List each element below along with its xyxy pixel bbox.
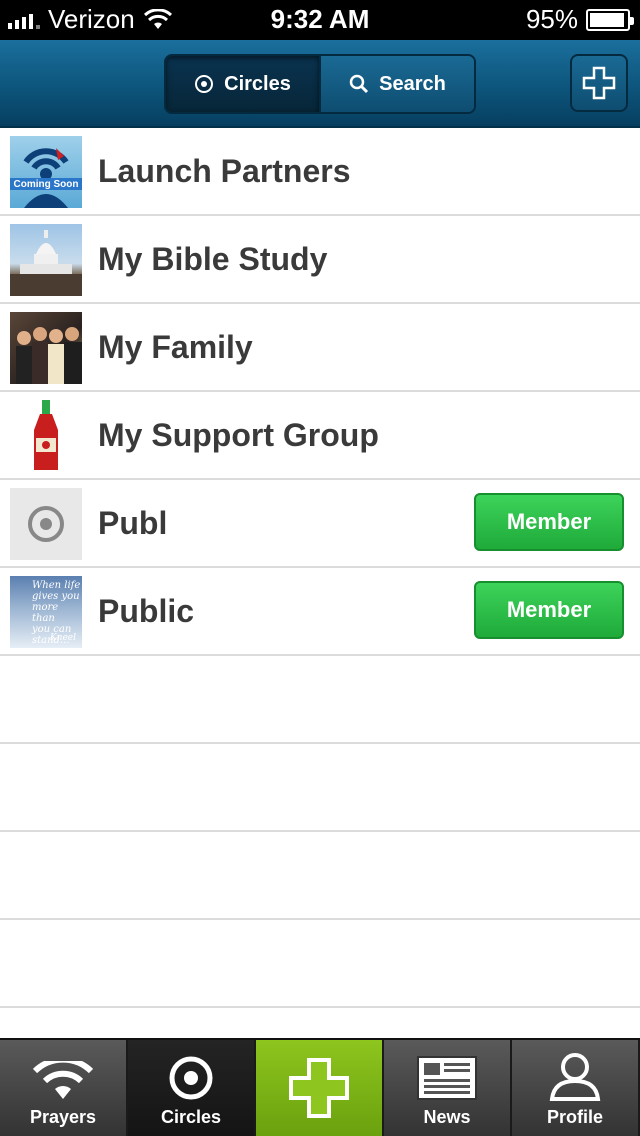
quote-line: Kneel [49, 633, 76, 643]
tab-circles[interactable]: Circles [128, 1040, 256, 1136]
tab-label: Profile [546, 1107, 603, 1127]
circle-name: Launch Partners [98, 153, 351, 189]
battery-icon [586, 8, 634, 31]
person-icon [549, 1053, 601, 1101]
wifi-signal-icon [32, 1061, 94, 1099]
list-item[interactable]: My Bible Study [0, 216, 640, 304]
circle-name: My Support Group [98, 417, 379, 453]
circle-name: Publ [98, 505, 168, 541]
list-item[interactable]: Coming Soon Launch Partners [0, 128, 640, 216]
plus-icon [582, 66, 616, 100]
tab-label: News [423, 1107, 471, 1127]
status-right: 95% [525, 4, 634, 35]
circles-list: Coming Soon Launch Partners My Bible Stu… [0, 128, 640, 1008]
family-photo [16, 327, 82, 384]
plus-icon [289, 1058, 349, 1118]
target-icon [169, 1056, 213, 1100]
status-bar: Verizon 9:32 AM 95% [0, 0, 640, 40]
launch-partners-thumbnail: Coming Soon [10, 136, 82, 208]
tab-prayers[interactable]: Prayers [0, 1040, 128, 1136]
quote-line: more than [32, 602, 59, 624]
segment-circles[interactable]: Circles [166, 56, 319, 112]
circle-name: Public [98, 593, 195, 629]
quote-line: gives you [32, 591, 80, 602]
battery-percent: 95% [525, 4, 578, 34]
quote-line: When life [32, 580, 81, 591]
target-icon [195, 75, 214, 93]
segment-circles-label: Circles [224, 72, 291, 95]
newspaper-icon [417, 1056, 477, 1100]
member-button[interactable]: Member [474, 581, 624, 639]
support-group-thumbnail [10, 400, 82, 472]
hot-sauce-bottle-photo [34, 400, 58, 470]
member-button[interactable]: Member [474, 493, 624, 551]
empty-row [0, 832, 640, 920]
tab-label: Circles [160, 1107, 222, 1127]
segmented-control: Circles Search [164, 54, 476, 114]
circle-name: My Bible Study [98, 241, 328, 277]
publ-thumbnail [10, 488, 82, 560]
coming-soon-logo: Coming Soon [10, 148, 82, 208]
coming-soon-text: Coming Soon [14, 179, 79, 190]
tab-add[interactable] [256, 1040, 384, 1136]
tab-profile[interactable]: Profile [512, 1040, 640, 1136]
list-item[interactable]: When life gives you more than you can st… [0, 568, 640, 656]
empty-row [0, 920, 640, 1008]
segment-search[interactable]: Search [319, 56, 474, 112]
family-thumbnail [10, 312, 82, 384]
list-item[interactable]: My Family [0, 304, 640, 392]
list-item[interactable]: My Support Group [0, 392, 640, 480]
list-item[interactable]: Publ Member [0, 480, 640, 568]
target-icon [28, 506, 64, 542]
search-icon [349, 74, 369, 94]
tab-label: Prayers [29, 1107, 97, 1127]
bible-study-thumbnail [10, 224, 82, 296]
capitol-photo [10, 230, 82, 296]
tab-news[interactable]: News [384, 1040, 512, 1136]
nav-bar: Circles Search [0, 40, 640, 128]
add-circle-button[interactable] [570, 54, 628, 112]
empty-row [0, 656, 640, 744]
circle-name: My Family [98, 329, 253, 365]
empty-row [0, 744, 640, 832]
public-thumbnail: When life gives you more than you can st… [10, 576, 82, 648]
battery-fill [590, 12, 625, 27]
tab-bar: Prayers Circles News Profile [0, 1038, 640, 1136]
segment-search-label: Search [379, 72, 446, 95]
